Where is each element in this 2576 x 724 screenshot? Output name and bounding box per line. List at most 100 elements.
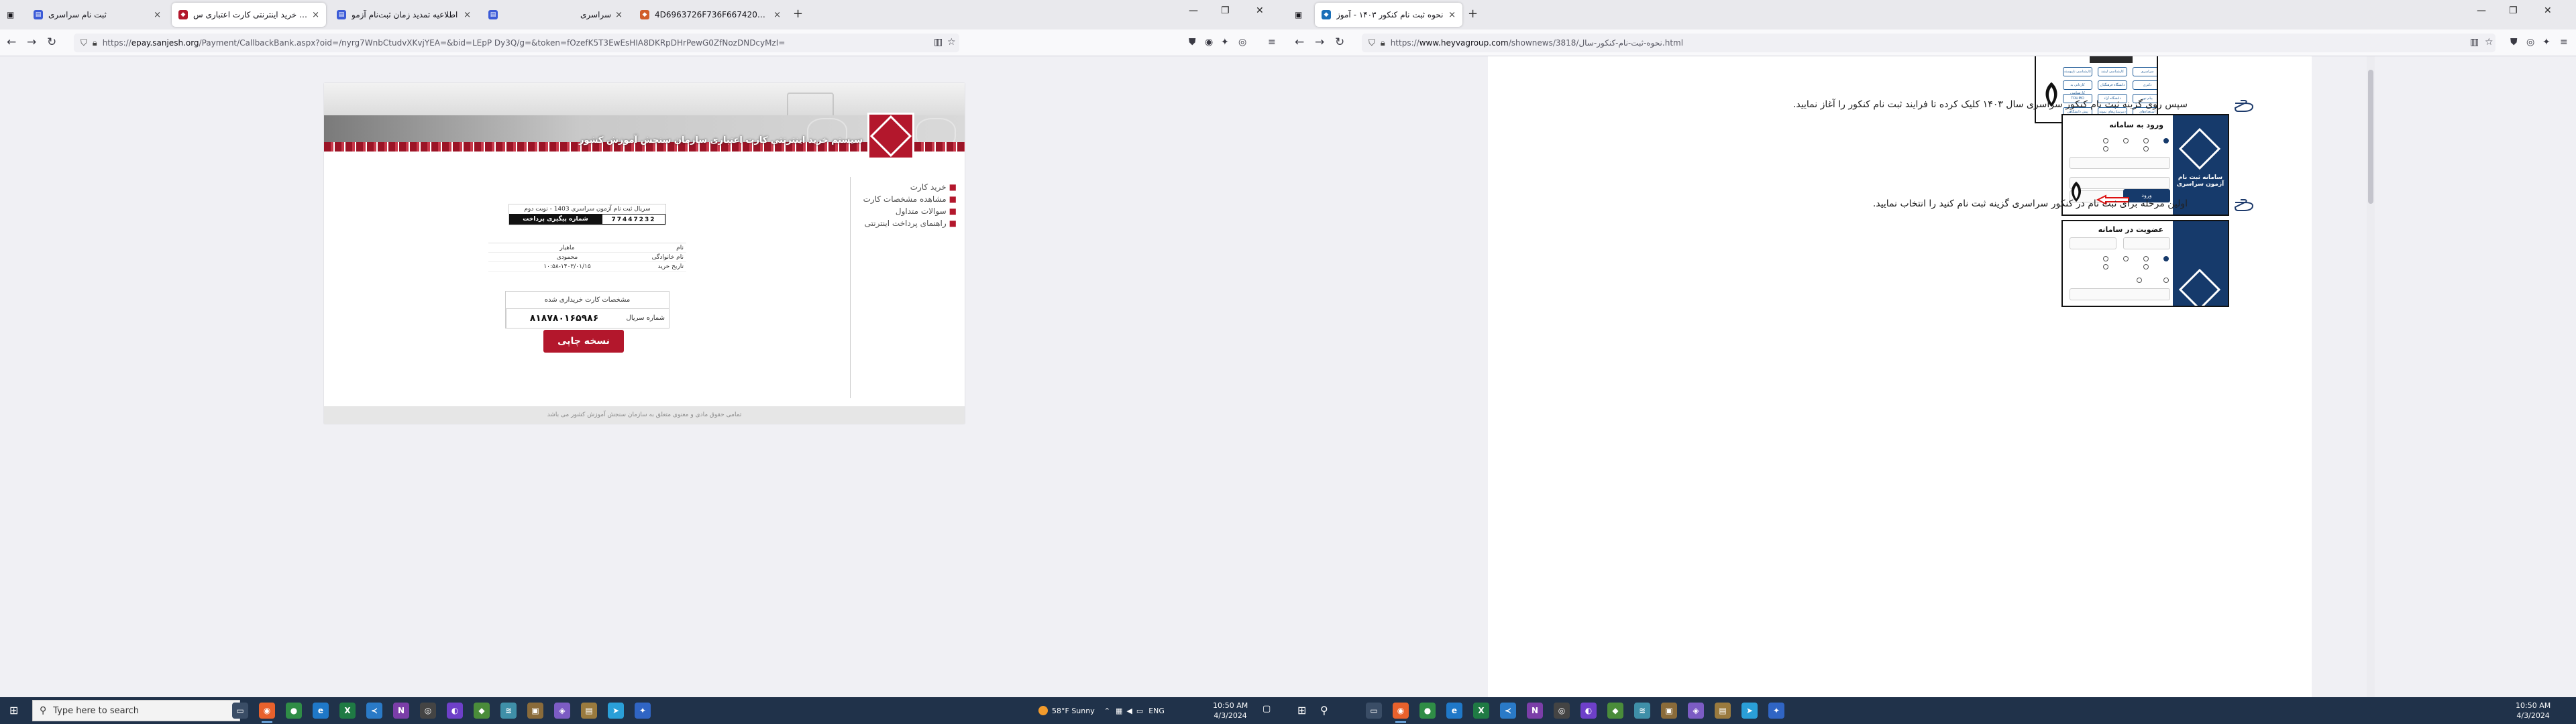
taskbar-app-green-icon[interactable]: ◆ bbox=[474, 703, 490, 719]
back-icon[interactable]: ← bbox=[1295, 36, 1304, 49]
clock[interactable]: 10:50 AM 4/3/2024 bbox=[2516, 701, 2551, 721]
taskbar-app-blue-icon[interactable]: ✦ bbox=[1768, 703, 1784, 719]
taskbar-obs-icon[interactable]: ◎ bbox=[1554, 703, 1570, 719]
new-tab-icon[interactable]: + bbox=[1468, 7, 1478, 21]
print-button[interactable]: نسخه چاپی bbox=[543, 330, 624, 353]
taskbar-github-icon[interactable]: ◐ bbox=[447, 703, 463, 719]
browser-tab-active[interactable]: ◆ نحوه ثبت نام کنکور ۱۴۰۳ - آموز × bbox=[1315, 3, 1462, 27]
forward-icon[interactable]: → bbox=[1315, 36, 1324, 49]
reader-mode-icon[interactable]: ▥ bbox=[934, 37, 943, 48]
taskbar-app-brown-icon[interactable]: ▣ bbox=[1661, 703, 1677, 719]
category-cell: کارشناسی ارشد bbox=[2098, 67, 2127, 76]
window-close-icon[interactable]: ✕ bbox=[1256, 5, 1264, 16]
battery-icon[interactable]: ▭ bbox=[1136, 707, 1143, 715]
taskbar-onenote-icon[interactable]: N bbox=[393, 703, 409, 719]
clock[interactable]: 10:50 AM 4/3/2024 bbox=[1213, 701, 1248, 721]
notifications-icon[interactable]: ▢ bbox=[1263, 704, 1271, 714]
pocket-icon[interactable]: ⛊ bbox=[1189, 37, 1196, 48]
menu-item-faq[interactable]: ■سوالات متداول bbox=[849, 206, 957, 219]
close-icon[interactable]: × bbox=[154, 10, 161, 20]
close-icon[interactable]: × bbox=[615, 10, 623, 20]
menu-item-buy-card[interactable]: ■خرید کارت bbox=[849, 182, 957, 194]
close-icon[interactable]: × bbox=[1448, 10, 1456, 20]
taskbar-chrome-icon[interactable]: ● bbox=[286, 703, 302, 719]
taskbar-telegram-icon[interactable]: ➤ bbox=[608, 703, 624, 719]
taskbar-app-cyan-icon[interactable]: ≋ bbox=[500, 703, 517, 719]
reload-icon[interactable]: ↻ bbox=[47, 36, 56, 49]
browser-tab[interactable]: ◆ 4D69637​26F736F6674​2057​6F726× bbox=[633, 3, 788, 27]
taskbar-app-brown-icon[interactable]: ▣ bbox=[527, 703, 543, 719]
tray-chevron-icon[interactable]: ⌃ bbox=[1104, 707, 1110, 715]
account-icon[interactable]: ◎ bbox=[2526, 37, 2534, 48]
bookmark-star-icon[interactable]: ☆ bbox=[2485, 37, 2493, 48]
minimize-icon[interactable]: — bbox=[1189, 5, 1198, 16]
category-cell: سراسری bbox=[2133, 67, 2157, 76]
weather-sun-icon bbox=[1038, 706, 1048, 715]
taskbar-app-cyan-icon[interactable]: ≋ bbox=[1634, 703, 1650, 719]
taskbar-app-violet-icon[interactable]: ◈ bbox=[554, 703, 570, 719]
network-icon[interactable]: ▦ bbox=[1116, 707, 1122, 715]
close-icon[interactable]: × bbox=[773, 10, 781, 20]
forward-icon[interactable]: → bbox=[27, 36, 36, 49]
new-tab-icon[interactable]: + bbox=[793, 7, 803, 21]
taskbar-app-violet-icon[interactable]: ◈ bbox=[1688, 703, 1704, 719]
browser-tab[interactable]: ▤ اطلاعیه تمدید زمان ثبت‌نام آزمو × bbox=[330, 3, 478, 27]
tab-list-button[interactable]: ▣ bbox=[0, 3, 21, 27]
extension-icon[interactable]: ✦ bbox=[2542, 37, 2551, 48]
taskbar-obs-icon[interactable]: ◎ bbox=[420, 703, 436, 719]
maximize-icon[interactable]: ❐ bbox=[2509, 5, 2518, 16]
tab-list-button[interactable]: ▣ bbox=[1288, 3, 1309, 27]
window-close-icon[interactable]: ✕ bbox=[2544, 5, 2552, 16]
taskbar-github-icon[interactable]: ◐ bbox=[1580, 703, 1597, 719]
maximize-icon[interactable]: ❐ bbox=[1221, 5, 1230, 16]
page-scrollbar[interactable] bbox=[2367, 56, 2375, 697]
search-icon: ⚲ bbox=[40, 705, 47, 716]
reader-mode-icon[interactable]: ▥ bbox=[2470, 37, 2479, 48]
taskbar-excel-icon[interactable]: X bbox=[339, 703, 356, 719]
taskbar-app-tan-icon[interactable]: ▤ bbox=[1715, 703, 1731, 719]
menu-hamburger-icon[interactable]: ≡ bbox=[1268, 37, 1276, 48]
close-icon[interactable]: × bbox=[464, 10, 471, 20]
extensions-puzzle-icon[interactable]: ✦ bbox=[1221, 37, 1229, 48]
url-bar[interactable]: ⛉ 🔒︎ https://epay.sanjesh.org/Payment/Ca… bbox=[74, 34, 959, 52]
close-icon[interactable]: × bbox=[312, 10, 319, 20]
reload-icon[interactable]: ↻ bbox=[1335, 36, 1344, 49]
taskbar-firefox-icon[interactable]: ◉ bbox=[259, 703, 275, 723]
taskbar-app-green-icon[interactable]: ◆ bbox=[1607, 703, 1623, 719]
url-bar[interactable]: ⛉ 🔒︎ https://www.heyvagroup.com/shownews… bbox=[1362, 34, 2496, 52]
taskbar-search[interactable]: ⚲ Type here to search bbox=[32, 700, 240, 721]
windows-start-icon[interactable]: ⊞ bbox=[9, 704, 18, 717]
taskbar-app-blue-icon[interactable]: ✦ bbox=[635, 703, 651, 719]
extension-icon[interactable]: ◉ bbox=[1205, 37, 1213, 48]
menu-item-payment-help[interactable]: ■راهنمای پرداخت اینترنتی bbox=[849, 219, 957, 231]
taskbar-telegram-icon[interactable]: ➤ bbox=[1741, 703, 1758, 719]
taskbar-vscode-icon[interactable]: ≺ bbox=[366, 703, 382, 719]
back-icon[interactable]: ← bbox=[7, 36, 16, 49]
taskbar-chrome-icon[interactable]: ● bbox=[1419, 703, 1436, 719]
taskbar-task-view-icon[interactable]: ▭ bbox=[232, 703, 248, 719]
account-icon[interactable]: ◎ bbox=[1238, 37, 1246, 48]
taskbar-firefox-icon[interactable]: ◉ bbox=[1393, 703, 1409, 723]
taskbar-edge-icon[interactable]: e bbox=[313, 703, 329, 719]
browser-tab[interactable]: ▤ سراسری × bbox=[482, 3, 629, 27]
taskbar-edge-icon[interactable]: e bbox=[1446, 703, 1462, 719]
pocket-icon[interactable]: ⛊ bbox=[2510, 37, 2518, 48]
weather-text[interactable]: 58°F Sunny bbox=[1052, 707, 1095, 715]
scrollbar-thumb[interactable] bbox=[2368, 70, 2373, 204]
taskbar-vscode-icon[interactable]: ≺ bbox=[1500, 703, 1516, 719]
bookmark-star-icon[interactable]: ☆ bbox=[947, 37, 956, 48]
taskbar-app-tan-icon[interactable]: ▤ bbox=[581, 703, 597, 719]
browser-tab-active[interactable]: ◆ سامانه خرید اینترنتی کارت اعتباری س× bbox=[172, 3, 326, 27]
taskbar-onenote-icon[interactable]: N bbox=[1527, 703, 1543, 719]
windows-start-icon[interactable]: ⊞ bbox=[1297, 704, 1306, 717]
volume-icon[interactable]: ◀︎ bbox=[1126, 707, 1132, 715]
language-indicator[interactable]: ENG bbox=[1148, 707, 1165, 715]
search-icon[interactable]: ⚲ bbox=[1320, 704, 1328, 717]
category-cell: دکتری bbox=[2133, 80, 2157, 90]
taskbar-excel-icon[interactable]: X bbox=[1473, 703, 1489, 719]
taskbar-task-view-icon[interactable]: ▭ bbox=[1366, 703, 1382, 719]
menu-item-view-card[interactable]: ■مشاهده مشخصات کارت bbox=[849, 194, 957, 206]
minimize-icon[interactable]: — bbox=[2477, 5, 2486, 16]
menu-hamburger-icon[interactable]: ≡ bbox=[2560, 37, 2568, 48]
browser-tab[interactable]: ▤ ثبت نام سراسری × bbox=[27, 3, 168, 27]
